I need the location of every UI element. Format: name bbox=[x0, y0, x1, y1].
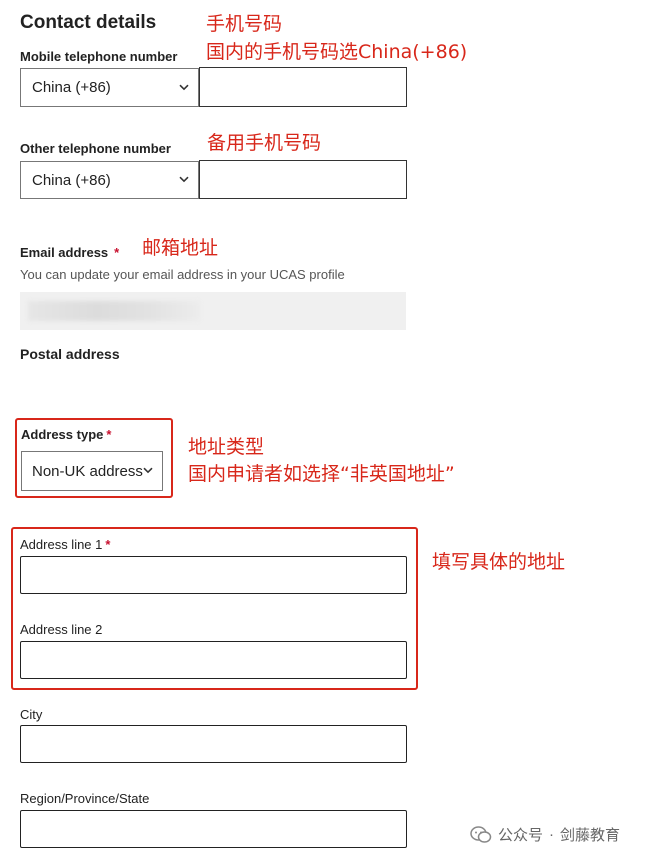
watermark-name: 剑藤教育 bbox=[560, 827, 621, 844]
address-line1-label-text: Address line 1 bbox=[20, 537, 103, 552]
watermark-prefix: 公众号 bbox=[498, 827, 544, 844]
address-type-label: Address type * bbox=[21, 427, 111, 442]
address-line2-input[interactable] bbox=[20, 641, 407, 679]
city-label: City bbox=[20, 707, 43, 722]
address-type-value: Non-UK address bbox=[32, 462, 143, 480]
address-line2-label: Address line 2 bbox=[20, 622, 103, 637]
address-lines-annotation: 填写具体的地址 bbox=[432, 551, 566, 573]
address-type-annotation-1: 地址类型 bbox=[188, 436, 265, 458]
region-label: Region/Province/State bbox=[20, 791, 150, 806]
address-line1-input[interactable] bbox=[20, 556, 407, 594]
other-phone-label: Other telephone number bbox=[20, 141, 171, 156]
mobile-label: Mobile telephone number bbox=[20, 49, 178, 64]
postal-address-title: Postal address bbox=[20, 346, 120, 362]
watermark-separator: · bbox=[549, 826, 555, 843]
section-title: Contact details bbox=[20, 12, 157, 33]
other-number-input[interactable] bbox=[199, 160, 407, 199]
chevron-down-icon bbox=[179, 176, 189, 183]
region-input[interactable] bbox=[20, 810, 407, 848]
email-readonly-field bbox=[20, 292, 406, 330]
mobile-country-select[interactable]: China (+86) bbox=[20, 68, 199, 107]
required-mark: * bbox=[114, 245, 120, 260]
city-input[interactable] bbox=[20, 725, 407, 763]
required-mark: * bbox=[105, 537, 111, 552]
address-line1-label: Address line 1 * bbox=[20, 537, 110, 552]
other-country-select[interactable]: China (+86) bbox=[20, 161, 199, 199]
chevron-down-icon bbox=[143, 467, 153, 474]
email-hint: You can update your email address in you… bbox=[20, 267, 345, 282]
email-annotation: 邮箱地址 bbox=[142, 237, 219, 259]
mobile-annotation-1: 手机号码 bbox=[206, 13, 283, 35]
required-mark: * bbox=[106, 427, 112, 442]
address-type-select[interactable]: Non-UK address bbox=[21, 451, 163, 491]
redacted-email bbox=[28, 301, 200, 321]
wechat-icon bbox=[470, 825, 492, 843]
other-phone-annotation: 备用手机号码 bbox=[207, 132, 322, 154]
email-label-text: Email address bbox=[20, 245, 109, 260]
watermark: 公众号 · 剑藤教育 bbox=[470, 824, 620, 845]
address-type-annotation-2: 国内申请者如选择“非英国地址” bbox=[188, 463, 455, 485]
address-type-label-text: Address type bbox=[21, 427, 104, 442]
email-label: Email address * bbox=[20, 245, 119, 260]
mobile-annotation-2: 国内的手机号码选China(+86) bbox=[206, 41, 468, 63]
other-country-value: China (+86) bbox=[32, 171, 111, 189]
chevron-down-icon bbox=[179, 84, 189, 90]
mobile-country-value: China (+86) bbox=[32, 79, 111, 96]
mobile-number-input[interactable] bbox=[199, 67, 407, 107]
